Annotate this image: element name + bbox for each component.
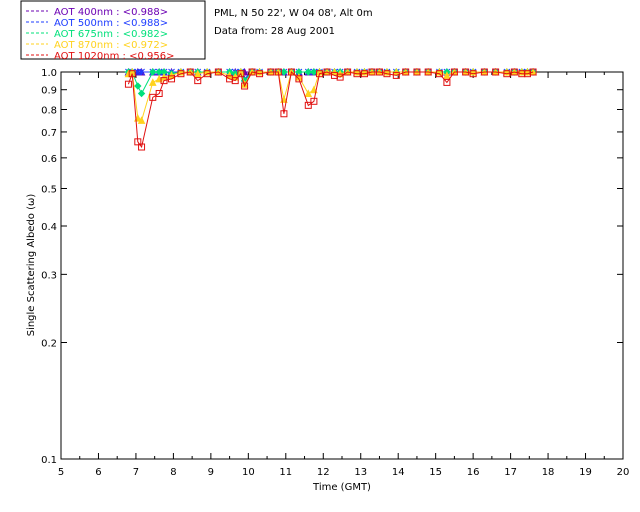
chart: AOT 400nm : <0.988>AOT 500nm : <0.988>AO… bbox=[20, 0, 630, 493]
x-tick-label: 13 bbox=[354, 467, 367, 478]
x-tick-label: 11 bbox=[279, 467, 292, 478]
y-tick-label: 0.8 bbox=[41, 106, 57, 117]
legend-entry: AOT 675nm : <0.982> bbox=[54, 29, 168, 40]
y-tick-label: 0.5 bbox=[41, 184, 57, 195]
x-tick-label: 9 bbox=[208, 467, 214, 478]
series bbox=[124, 68, 537, 151]
x-tick-label: 10 bbox=[242, 467, 255, 478]
series-line bbox=[127, 71, 534, 149]
x-tick-label: 17 bbox=[504, 467, 517, 478]
legend-entry: AOT 1020nm : <0.956> bbox=[54, 51, 174, 62]
x-axis-label: Time (GMT) bbox=[312, 482, 371, 493]
y-axis: 0.1 0.2 0.3 0.4 0.5 0.6 0.7 0.8 0.9 1.0 bbox=[41, 68, 623, 466]
y-tick-label: 0.3 bbox=[41, 270, 57, 281]
site-info: PML, N 50 22', W 04 08', Alt 0m bbox=[214, 8, 373, 19]
x-tick-label: 16 bbox=[467, 467, 480, 478]
series-line bbox=[128, 71, 534, 122]
y-tick-label: 0.2 bbox=[41, 339, 57, 350]
legend-entry: AOT 500nm : <0.988> bbox=[54, 18, 168, 29]
y-tick-label: 0.4 bbox=[41, 222, 57, 233]
x-tick-label: 12 bbox=[317, 467, 330, 478]
y-tick-label: 0.1 bbox=[41, 455, 57, 466]
legend-entry: AOT 400nm : <0.988> bbox=[54, 7, 168, 18]
data-point bbox=[137, 89, 146, 98]
x-tick-label: 19 bbox=[579, 467, 592, 478]
series-group bbox=[124, 67, 537, 151]
data-point bbox=[148, 78, 157, 86]
data-point bbox=[138, 68, 145, 76]
data-point bbox=[134, 82, 142, 90]
x-tick-label: 15 bbox=[429, 467, 442, 478]
y-axis-label: Single Scattering Albedo (ω) bbox=[26, 194, 37, 337]
date-info: Data from: 28 Aug 2001 bbox=[214, 26, 335, 37]
x-tick-label: 5 bbox=[58, 467, 64, 478]
y-tick-label: 0.9 bbox=[41, 86, 57, 97]
x-tick-label: 14 bbox=[392, 467, 405, 478]
x-tick-label: 7 bbox=[133, 467, 139, 478]
x-tick-label: 20 bbox=[617, 467, 630, 478]
y-tick-label: 0.7 bbox=[41, 128, 57, 139]
y-tick-label: 0.6 bbox=[41, 154, 57, 165]
x-axis: 5 6 7 8 9 10 11 12 13 14 15 16 17 18 19 20 bbox=[58, 72, 630, 478]
legend-entry: AOT 870nm : <0.972> bbox=[54, 40, 168, 51]
x-tick-label: 8 bbox=[170, 467, 176, 478]
data-point bbox=[304, 89, 313, 97]
x-tick-label: 6 bbox=[95, 467, 101, 478]
y-tick-label: 1.0 bbox=[41, 68, 57, 79]
x-tick-label: 18 bbox=[542, 467, 555, 478]
